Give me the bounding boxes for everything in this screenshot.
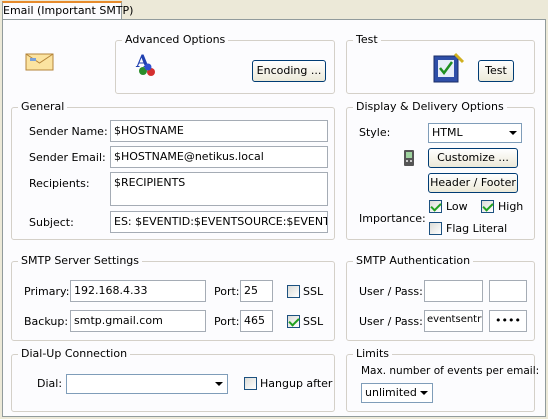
hangup-after-checkbox[interactable]: [244, 377, 257, 390]
max-events-select[interactable]: unlimited: [361, 383, 433, 403]
header-footer-button[interactable]: Header / Footer: [428, 173, 518, 193]
font-icon: A: [135, 52, 155, 76]
backup-port-label: Port:: [214, 315, 240, 328]
subject-label: Subject:: [29, 216, 74, 229]
max-events-label: Max. number of events per email:: [361, 365, 540, 377]
advanced-options-title: Advanced Options: [122, 33, 229, 46]
smtp-server-group: SMTP Server Settings Primary: 192.168.4.…: [11, 254, 335, 341]
primary-label: Primary:: [24, 285, 70, 298]
flag-literal-checkbox[interactable]: [429, 222, 442, 235]
low-label: Low: [446, 200, 468, 213]
limits-title: Limits: [353, 347, 392, 360]
tab-email-important-smtp[interactable]: Email (Important SMTP): [2, 1, 133, 19]
display-delivery-group: Display & Delivery Options Style: HTML C…: [346, 100, 535, 240]
recipients-label: Recipients:: [29, 177, 90, 190]
test-icon: [433, 52, 465, 83]
dial-label: Dial:: [37, 377, 63, 390]
low-checkbox[interactable]: [429, 200, 442, 213]
primary-ssl-checkbox[interactable]: [287, 285, 300, 298]
sender-name-label: Sender Name:: [29, 125, 108, 138]
general-group: General Sender Name: $HOSTNAME Sender Em…: [11, 100, 335, 240]
style-select[interactable]: HTML: [428, 123, 522, 143]
chevron-down-icon: [215, 382, 223, 386]
recipients-input[interactable]: $RECIPIENTS: [110, 172, 328, 206]
tab-panel: Advanced Options A Encoding ... Test Tes…: [2, 19, 546, 417]
subject-input[interactable]: ES: $EVENTID:$EVENTSOURCE:$EVENTC: [110, 211, 328, 233]
limits-group: Limits Max. number of events per email: …: [346, 347, 539, 412]
test-group: Test Test: [346, 33, 535, 94]
display-delivery-title: Display & Delivery Options: [353, 100, 507, 113]
auth-row1-label: User / Pass:: [359, 285, 423, 298]
primary-port-label: Port:: [214, 285, 240, 298]
style-label: Style:: [359, 126, 391, 139]
sender-name-input[interactable]: $HOSTNAME: [110, 120, 328, 142]
general-title: General: [18, 100, 68, 113]
test-button[interactable]: Test: [478, 60, 514, 82]
sender-email-label: Sender Email:: [29, 151, 106, 164]
primary-ssl-label: SSL: [303, 285, 324, 298]
hangup-after-label: Hangup after: [260, 377, 333, 390]
backup-ssl-checkbox[interactable]: [287, 315, 300, 328]
pda-icon: [404, 150, 414, 166]
importance-label: Importance:: [359, 212, 426, 225]
high-label: High: [498, 200, 524, 213]
flag-literal-label: Flag Literal: [446, 222, 508, 235]
auth-pass-input-2[interactable]: ••••: [489, 310, 527, 332]
customize-button[interactable]: Customize ...: [428, 148, 518, 168]
chevron-down-icon: [509, 131, 517, 135]
test-title: Test: [353, 33, 381, 46]
smtp-auth-group: SMTP Authentication User / Pass: User / …: [346, 254, 535, 341]
encoding-button[interactable]: Encoding ...: [252, 60, 326, 82]
backup-server-input[interactable]: smtp.gmail.com: [70, 310, 206, 332]
backup-ssl-label: SSL: [303, 315, 324, 328]
dial-select[interactable]: [66, 374, 228, 394]
primary-port-input[interactable]: 25: [240, 280, 273, 302]
backup-port-input[interactable]: 465: [240, 310, 273, 332]
auth-user-input-2[interactable]: eventsentry: [424, 310, 483, 332]
dialup-group: Dial-Up Connection Dial: Hangup after: [11, 347, 335, 412]
high-checkbox[interactable]: [481, 200, 494, 213]
backup-label: Backup:: [24, 315, 69, 328]
smtp-server-title: SMTP Server Settings: [18, 254, 143, 267]
auth-user-input-1[interactable]: [424, 280, 483, 302]
envelope-icon: [25, 53, 54, 71]
smtp-auth-title: SMTP Authentication: [353, 254, 474, 267]
dialup-title: Dial-Up Connection: [18, 347, 131, 360]
auth-pass-input-1[interactable]: [489, 280, 527, 302]
auth-row2-label: User / Pass:: [359, 315, 423, 328]
advanced-options-group: Advanced Options A Encoding ...: [115, 33, 335, 94]
max-events-select-value: unlimited: [365, 386, 417, 399]
sender-email-input[interactable]: $HOSTNAME@netikus.local: [110, 146, 328, 168]
style-select-value: HTML: [432, 126, 463, 139]
primary-server-input[interactable]: 192.168.4.33: [70, 280, 206, 302]
chevron-down-icon: [420, 391, 428, 395]
